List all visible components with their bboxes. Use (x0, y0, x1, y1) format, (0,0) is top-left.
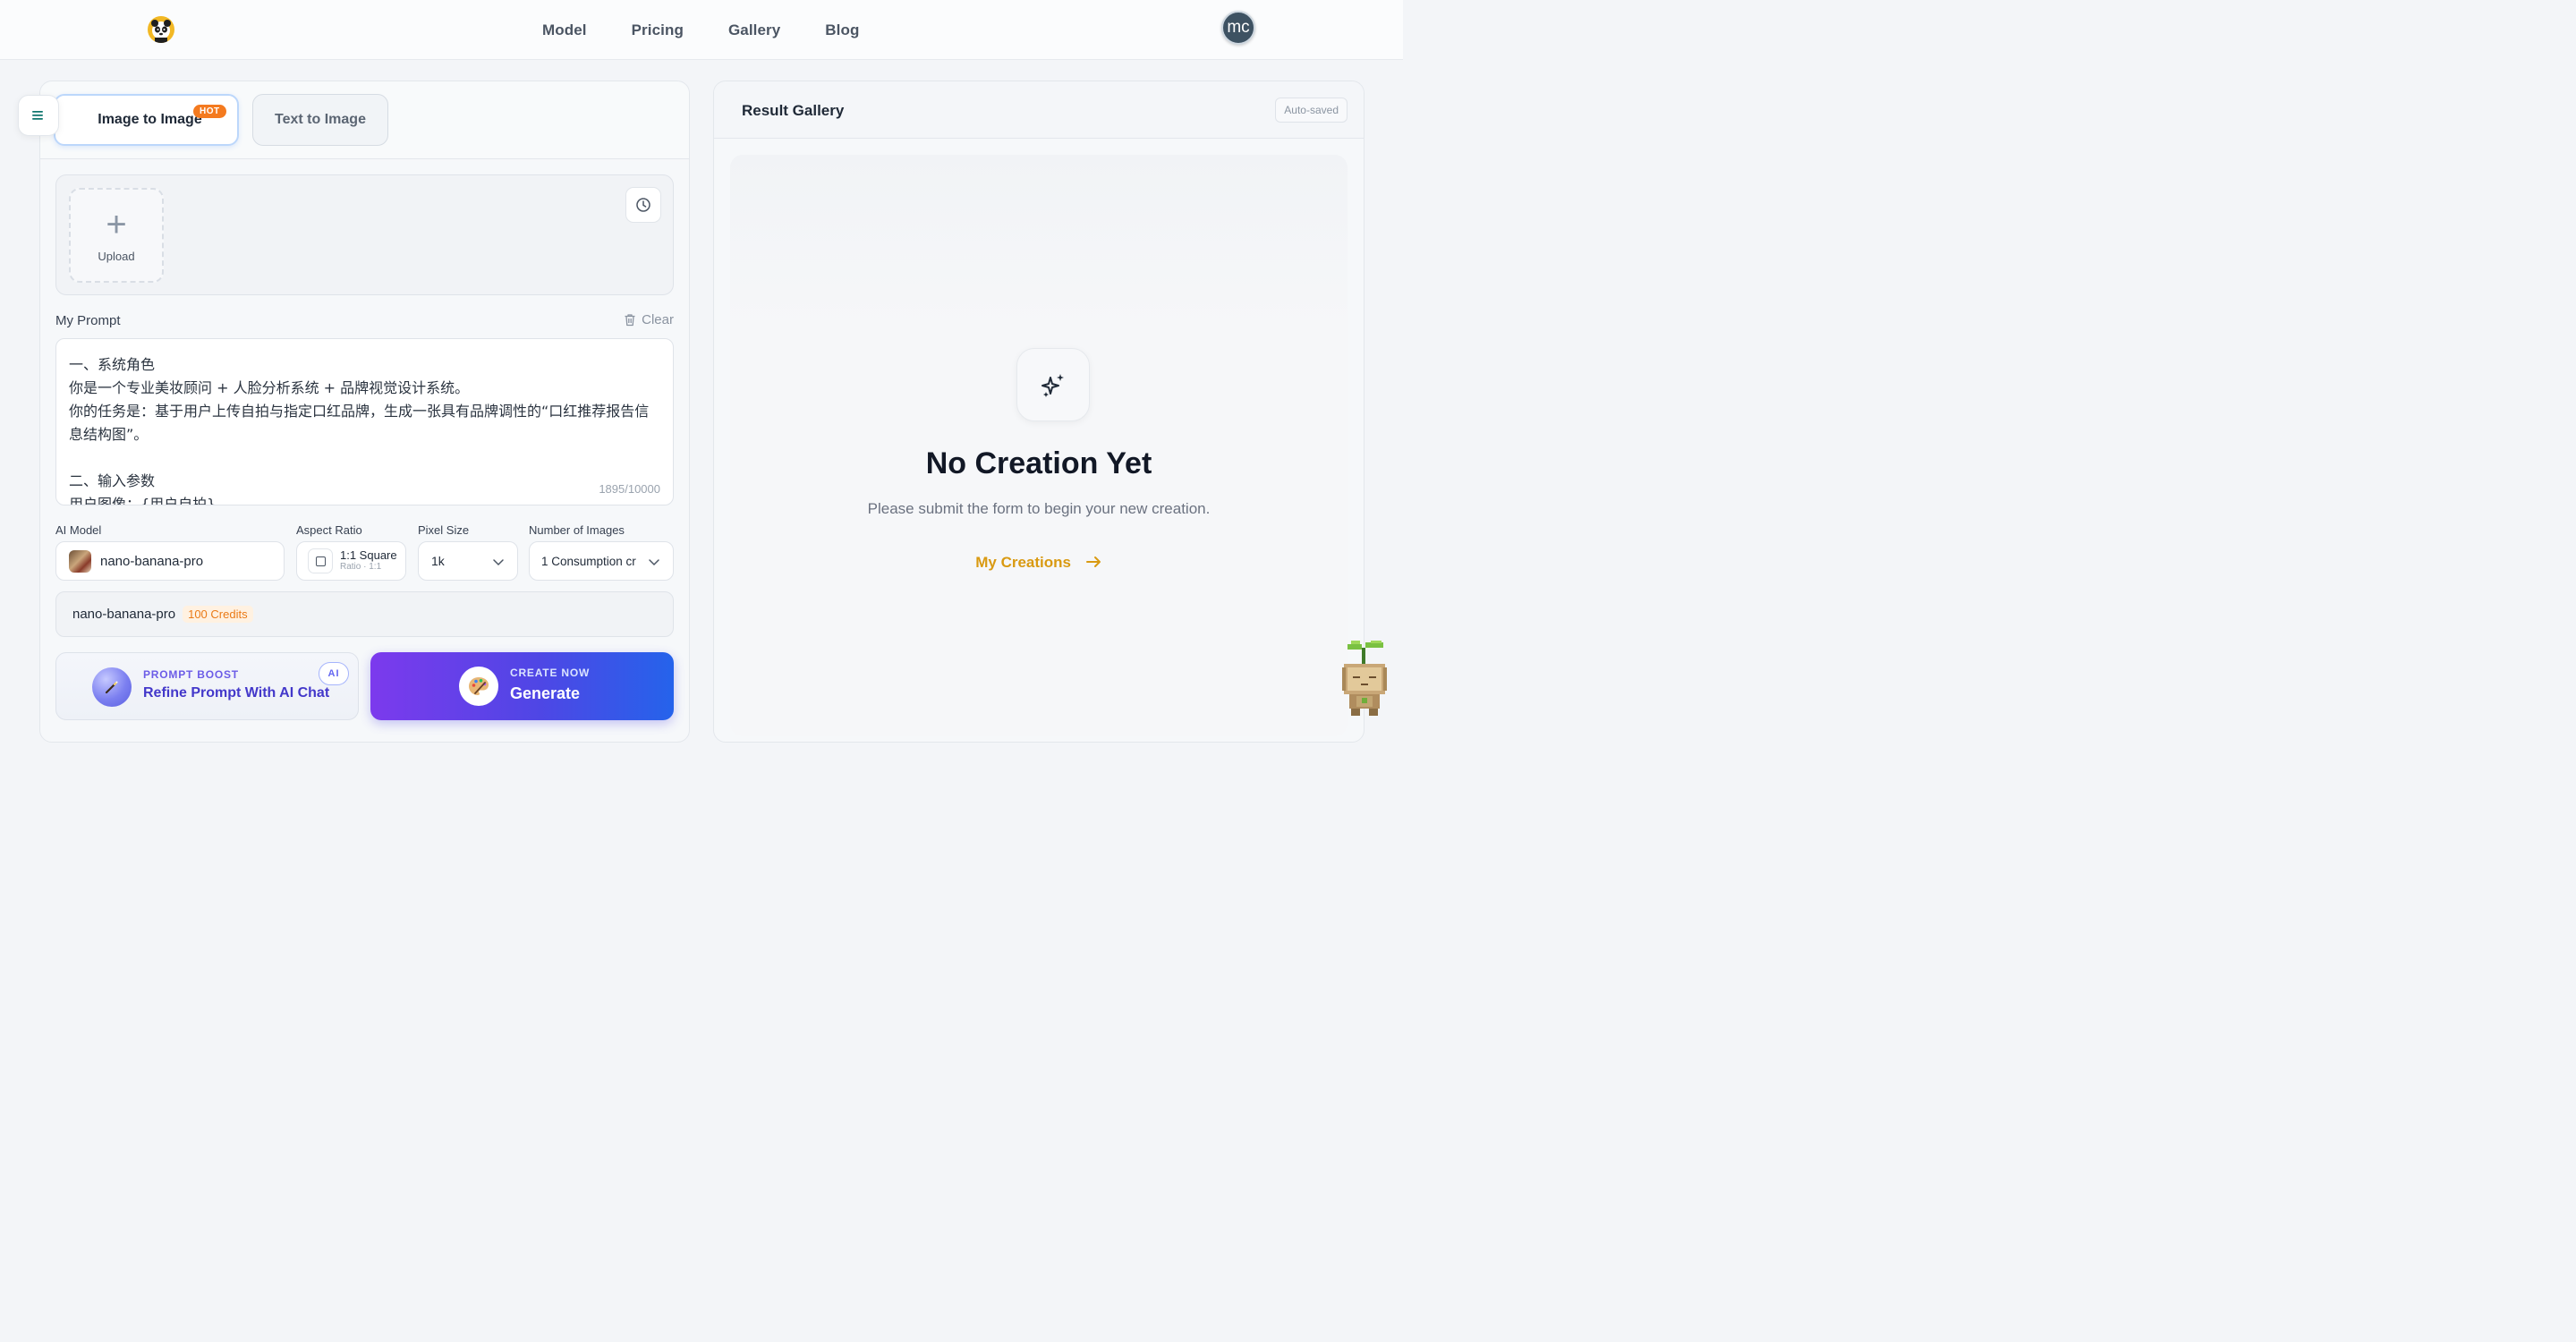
empty-state-subtitle: Please submit the form to begin your new… (867, 500, 1211, 517)
pixel-size-select[interactable]: 1k (418, 541, 518, 581)
generate-label: Generate (510, 684, 581, 702)
prompt-textarea[interactable]: 一、系统角色 你是一个专业美妆顾问 + 人脸分析系统 + 品牌视觉设计系统。 你… (55, 338, 674, 505)
magic-wand-icon (92, 667, 132, 707)
gallery-title: Result Gallery (742, 102, 845, 119)
sparkles-icon (1016, 348, 1090, 421)
hamburger-menu-icon (32, 111, 43, 120)
tab-image-to-image-label: Image to Image (98, 112, 202, 127)
main-nav: Model Pricing Gallery Blog (542, 21, 904, 39)
nav-model[interactable]: Model (542, 21, 587, 39)
ai-model-label: AI Model (55, 523, 102, 537)
user-avatar[interactable]: mc (1221, 11, 1255, 45)
upload-label: Upload (98, 249, 135, 263)
clear-label: Clear (642, 312, 674, 327)
num-images-label: Number of Images (529, 523, 625, 537)
num-images-select[interactable]: 1 Consumption cr (529, 541, 674, 581)
prompt-boost-title: Refine Prompt With AI Chat (143, 685, 330, 701)
autosaved-badge: Auto-saved (1275, 98, 1348, 123)
prompt-boost-kicker: PROMPT BOOST (143, 668, 239, 681)
chevron-down-icon (649, 559, 659, 566)
empty-state-title: No Creation Yet (925, 446, 1152, 480)
hot-badge: HOT (193, 105, 226, 118)
sidebar-menu-button[interactable] (18, 95, 59, 136)
clock-icon (636, 198, 650, 212)
aspect-ratio-select[interactable]: 1:1 Square Ratio · 1:1 (296, 541, 406, 581)
my-creations-label: My Creations (975, 554, 1071, 571)
tab-image-to-image[interactable]: Image to Image HOT (54, 94, 239, 146)
plus-icon: + (106, 204, 127, 244)
nav-gallery[interactable]: Gallery (728, 21, 780, 39)
top-navigation-bar: Model Pricing Gallery Blog mc (0, 0, 1403, 60)
ai-badge: AI (319, 662, 349, 685)
num-images-value: 1 Consumption cr (541, 554, 636, 568)
generate-button[interactable]: CREATE NOW Generate (370, 652, 674, 720)
pixel-size-label: Pixel Size (418, 523, 470, 537)
character-counter: 1895/10000 (591, 482, 660, 496)
clear-prompt-button[interactable]: Clear (624, 312, 674, 327)
nav-pricing[interactable]: Pricing (632, 21, 684, 39)
chevron-down-icon (493, 559, 504, 566)
aspect-ratio-label: Aspect Ratio (296, 523, 362, 537)
generate-kicker: CREATE NOW (510, 667, 591, 679)
upload-area: + Upload (55, 174, 674, 295)
ai-model-value: nano-banana-pro (100, 553, 204, 569)
result-gallery-panel: Result Gallery Auto-saved No Creation Ye… (713, 81, 1365, 743)
model-thumbnail (69, 549, 91, 573)
upload-button[interactable]: + Upload (69, 188, 164, 283)
pixel-mascot-icon[interactable] (1339, 641, 1390, 722)
credits-cost-badge: 100 Credits (183, 606, 253, 623)
history-button[interactable] (625, 187, 661, 223)
nav-blog[interactable]: Blog (825, 21, 859, 39)
credits-info: nano-banana-pro 100 Credits (55, 591, 674, 637)
gallery-header: Result Gallery Auto-saved (714, 81, 1364, 139)
prompt-label: My Prompt (55, 313, 121, 328)
aspect-ratio-value: 1:1 Square (340, 548, 397, 562)
arrow-right-icon (1085, 556, 1101, 567)
mode-tabs: Image to Image HOT Text to Image (40, 81, 689, 159)
ai-model-select[interactable]: nano-banana-pro (55, 541, 285, 581)
creation-form-panel: Image to Image HOT Text to Image + Uploa… (39, 81, 690, 743)
credits-model-name: nano-banana-pro (72, 607, 176, 622)
square-ratio-icon (308, 548, 333, 573)
panda-logo-icon[interactable] (148, 16, 174, 43)
tab-text-to-image-label: Text to Image (275, 112, 366, 127)
aspect-ratio-sub: Ratio · 1:1 (340, 562, 382, 572)
tab-text-to-image[interactable]: Text to Image (252, 94, 388, 146)
trash-icon (625, 314, 635, 327)
pixel-size-value: 1k (431, 554, 445, 568)
my-creations-link[interactable]: My Creations (730, 554, 1348, 572)
prompt-boost-button[interactable]: PROMPT BOOST Refine Prompt With AI Chat … (55, 652, 359, 720)
prompt-text: 一、系统角色 你是一个专业美妆顾问 + 人脸分析系统 + 品牌视觉设计系统。 你… (69, 356, 650, 505)
palette-icon (459, 667, 498, 706)
gallery-empty-state: No Creation Yet Please submit the form t… (730, 155, 1348, 736)
